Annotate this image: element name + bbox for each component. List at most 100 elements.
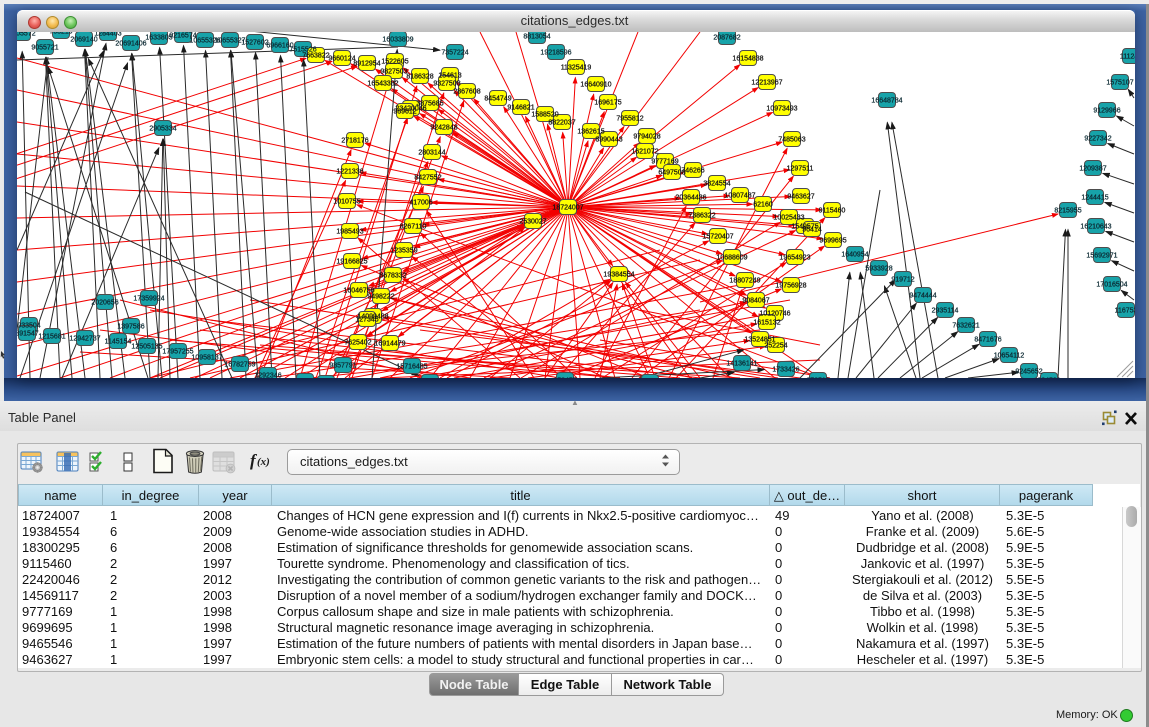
svg-text:9498222: 9498222	[367, 293, 394, 300]
svg-text:16648784: 16648784	[871, 97, 902, 104]
svg-text:10654112: 10654112	[994, 352, 1025, 359]
svg-text:10958137: 10958137	[191, 354, 222, 361]
svg-text:1297511: 1297511	[787, 165, 814, 172]
svg-text:9794028: 9794028	[633, 133, 660, 140]
svg-text:8813054: 8813054	[523, 33, 550, 40]
svg-text:919712: 919712	[891, 276, 914, 283]
svg-text:763219: 763219	[49, 32, 72, 35]
svg-text:12505135: 12505135	[131, 343, 162, 350]
svg-text:9474444: 9474444	[909, 292, 936, 299]
svg-text:62160: 62160	[753, 201, 773, 208]
svg-text:989612: 989612	[393, 108, 416, 115]
svg-text:3875685: 3875685	[416, 100, 443, 107]
svg-text:9777169: 9777169	[651, 158, 678, 165]
svg-text:1010755: 1010755	[333, 198, 360, 205]
svg-text:1209387: 1209387	[1079, 165, 1106, 172]
svg-text:9242848: 9242848	[430, 124, 457, 131]
svg-text:1733426: 1733426	[772, 366, 799, 373]
svg-text:19166825: 19166825	[336, 258, 367, 265]
svg-text:7485063: 7485063	[778, 136, 805, 143]
svg-text:17957255: 17957255	[162, 348, 193, 355]
svg-text:2020656: 2020656	[91, 299, 118, 306]
svg-text:9115460: 9115460	[819, 207, 846, 214]
svg-text:1145154: 1145154	[105, 338, 132, 345]
svg-text:2530027: 2530027	[519, 218, 546, 225]
svg-text:9129966: 9129966	[1093, 107, 1120, 114]
svg-text:2718176: 2718176	[341, 137, 368, 144]
svg-text:96414: 96414	[802, 226, 822, 233]
svg-text:12213967: 12213967	[751, 79, 782, 86]
svg-text:1284403: 1284403	[94, 32, 121, 37]
svg-text:8267110: 8267110	[400, 223, 427, 230]
svg-text:8215955: 8215955	[1054, 207, 1081, 214]
svg-text:7625402: 7625402	[344, 339, 371, 346]
svg-text:8427552: 8427552	[414, 174, 441, 181]
svg-text:746266: 746266	[681, 167, 704, 174]
svg-text:11325419: 11325419	[561, 64, 592, 71]
svg-text:2905334: 2905334	[149, 125, 176, 132]
svg-text:1292346: 1292346	[254, 372, 281, 378]
svg-text:153457: 153457	[553, 377, 576, 378]
svg-text:15720407: 15720407	[702, 233, 733, 240]
svg-text:10688609: 10688609	[716, 254, 747, 261]
svg-text:16210643: 16210643	[1080, 223, 1111, 230]
svg-text:7955812: 7955812	[616, 115, 643, 122]
svg-text:1215681: 1215681	[38, 333, 65, 340]
svg-text:7663822: 7663822	[302, 52, 329, 59]
svg-text:2087682: 2087682	[713, 34, 740, 41]
svg-text:2069140: 2069140	[70, 36, 97, 43]
svg-text:1244415: 1244415	[1081, 194, 1108, 201]
svg-text:8912954: 8912954	[353, 60, 380, 67]
svg-text:3824554: 3824554	[703, 180, 730, 187]
svg-text:7357224: 7357224	[441, 49, 468, 56]
svg-text:18807249: 18807249	[729, 277, 760, 284]
svg-text:1615132: 1615132	[753, 319, 780, 326]
svg-text:876513: 876513	[806, 377, 829, 378]
svg-text:1362615: 1362615	[577, 128, 604, 135]
svg-text:1397586: 1397586	[117, 323, 144, 330]
svg-text:7632621: 7632621	[952, 322, 979, 329]
svg-text:9245652: 9245652	[1015, 368, 1042, 375]
svg-text:15716485: 15716485	[396, 363, 427, 370]
svg-text:252254: 252254	[764, 342, 787, 349]
svg-text:2867608: 2867608	[453, 88, 480, 95]
svg-text:9146821: 9146821	[507, 104, 534, 111]
svg-text:9227342: 9227342	[1084, 135, 1111, 142]
svg-text:20364436: 20364436	[675, 194, 706, 201]
svg-text:17359924: 17359924	[133, 295, 164, 302]
svg-text:9084067: 9084067	[742, 297, 769, 304]
svg-text:10973493: 10973493	[766, 105, 797, 112]
svg-text:116753: 116753	[1115, 307, 1135, 314]
svg-text:9857791: 9857791	[329, 362, 356, 369]
svg-text:16543382: 16543382	[367, 80, 398, 87]
svg-text:1985493: 1985493	[336, 228, 363, 235]
svg-text:5933928: 5933928	[865, 265, 892, 272]
svg-text:16033809: 16033809	[382, 36, 413, 43]
svg-text:9699695: 9699695	[819, 237, 846, 244]
svg-text:19654923: 19654923	[779, 254, 810, 261]
svg-text:1696175: 1696175	[594, 99, 621, 106]
svg-text:7386322: 7386322	[688, 212, 715, 219]
svg-text:8471676: 8471676	[974, 336, 1001, 343]
svg-text:8822037: 8822037	[548, 119, 575, 126]
svg-text:19218596: 19218596	[540, 49, 571, 56]
svg-text:8186328: 8186328	[406, 73, 433, 80]
svg-text:16914479: 16914479	[374, 340, 405, 347]
svg-text:12942737: 12942737	[69, 335, 100, 342]
svg-text:1575107: 1575107	[1106, 79, 1133, 86]
svg-text:8990443: 8990443	[595, 136, 622, 143]
svg-text:417006: 417006	[409, 199, 432, 206]
svg-text:1405572: 1405572	[17, 32, 36, 37]
svg-text:2803144: 2803144	[418, 149, 445, 156]
svg-text:19756928: 19756928	[775, 282, 806, 289]
svg-text:9463627: 9463627	[787, 193, 814, 200]
svg-text:1621072: 1621072	[631, 148, 658, 155]
svg-text:16782759: 16782759	[224, 361, 255, 368]
svg-text:18724007: 18724007	[552, 204, 583, 211]
svg-text:111243: 111243	[1120, 53, 1135, 60]
svg-text:933504: 933504	[17, 322, 40, 329]
svg-text:9660124: 9660124	[328, 55, 355, 62]
svg-text:19384554: 19384554	[603, 271, 634, 278]
svg-text:2935114: 2935114	[932, 307, 959, 314]
svg-text:15692971: 15692971	[1086, 252, 1117, 259]
